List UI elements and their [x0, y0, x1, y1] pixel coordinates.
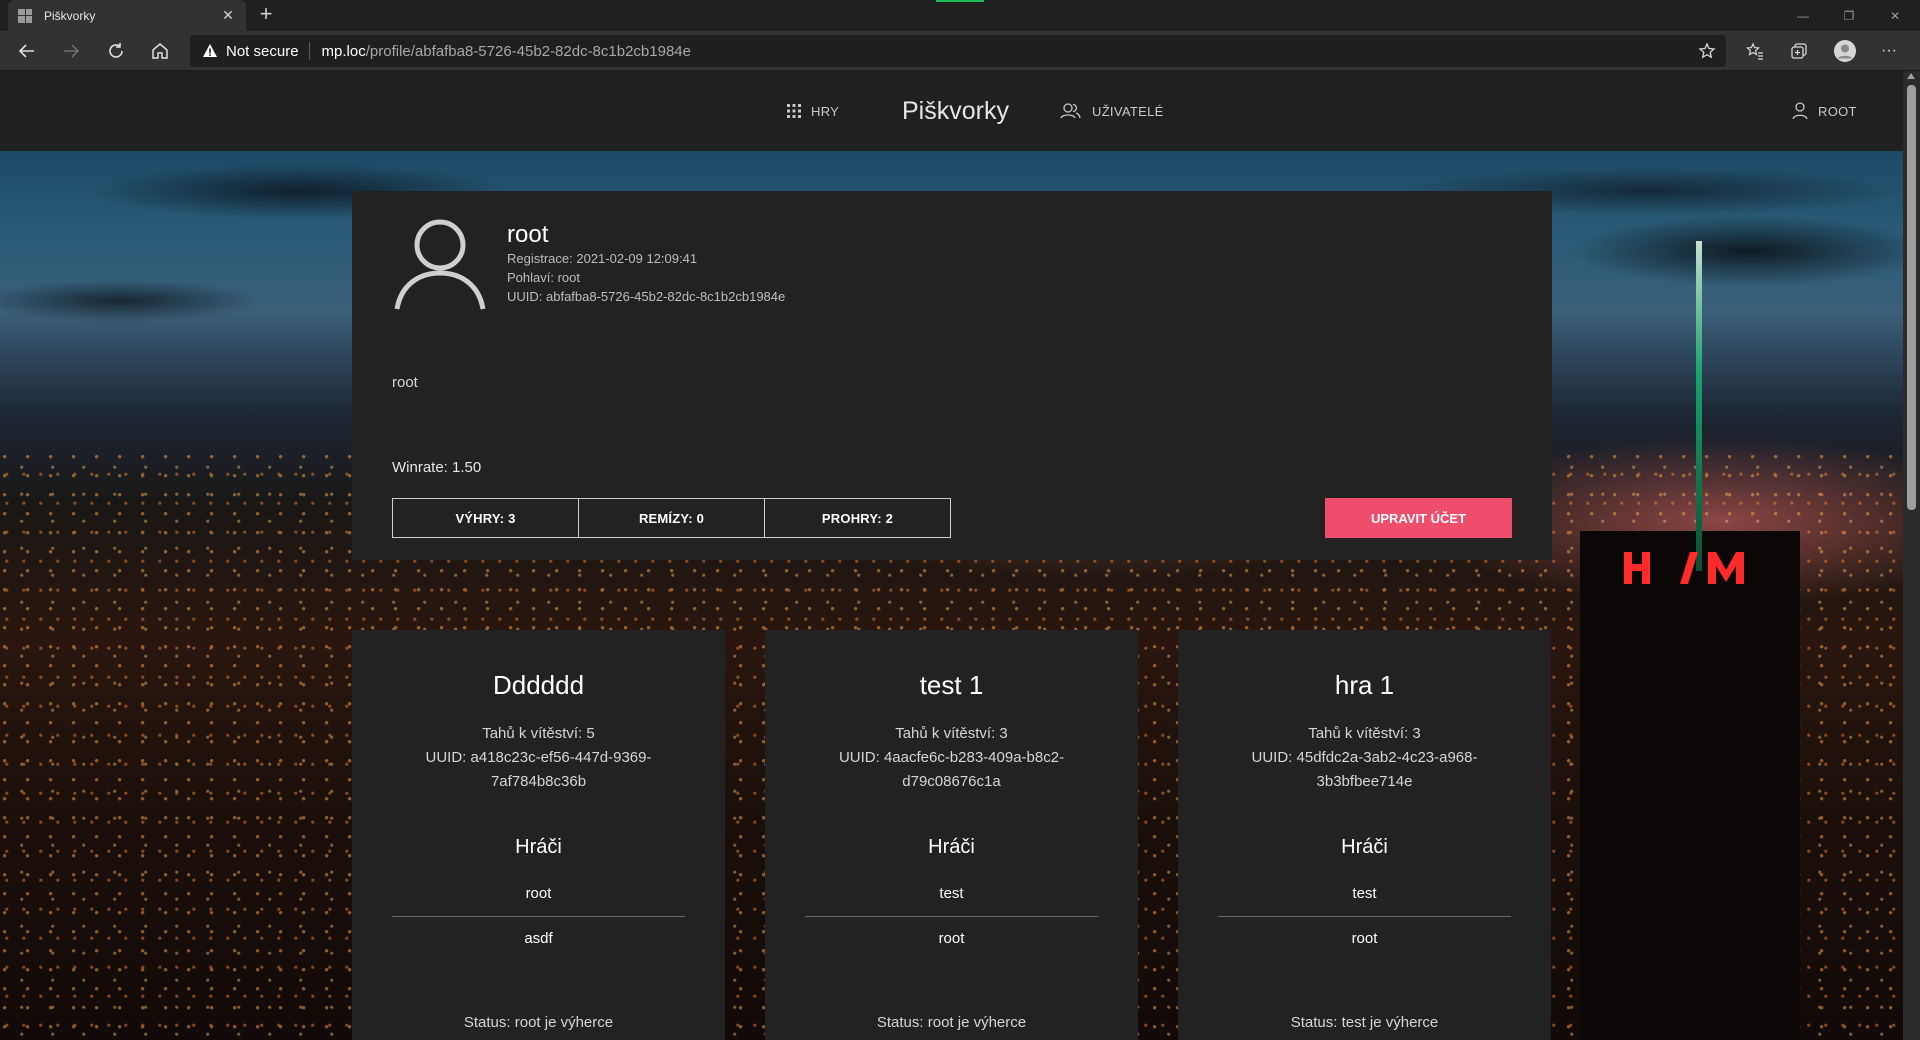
refresh-icon[interactable]	[101, 37, 131, 65]
new-tab-icon[interactable]: +	[254, 3, 278, 27]
nav-users-label: UŽIVATELÉ	[1092, 103, 1164, 119]
address-bar[interactable]: Not secure mp.loc /profile/abfafba8-5726…	[190, 35, 1726, 67]
users-icon	[1060, 103, 1081, 119]
url-host: mp.loc	[321, 42, 366, 60]
background-building	[1580, 531, 1800, 1040]
player-divider	[805, 916, 1098, 917]
player-name[interactable]: root	[1218, 930, 1511, 947]
close-tab-icon[interactable]: ✕	[220, 7, 236, 24]
scrollbar-thumb[interactable]	[1907, 85, 1916, 510]
minimize-icon[interactable]: —	[1780, 0, 1826, 31]
nav-account[interactable]: ROOT	[1792, 71, 1857, 151]
stat-losses: PROHRY: 2	[764, 498, 951, 538]
player-name[interactable]: asdf	[392, 930, 685, 947]
user-icon	[1792, 102, 1808, 120]
game-moves-to-win: Tahů k vítěství: 3	[895, 725, 1008, 742]
browser-tab-strip: Piškvorky ✕ + — ❐ ✕	[0, 0, 1920, 31]
game-card[interactable]: hra 1 Tahů k vítěství: 3 UUID: 45dfdc2a-…	[1178, 630, 1551, 1040]
game-moves-to-win: Tahů k vítěství: 3	[1308, 725, 1421, 742]
game-card[interactable]: test 1 Tahů k vítěství: 3 UUID: 4aacfe6c…	[765, 630, 1138, 1040]
stat-wins: VÝHRY: 3	[392, 498, 579, 538]
stat-draws: REMÍZY: 0	[578, 498, 765, 538]
profile-name: root	[507, 221, 549, 248]
players-heading: Hráči	[928, 836, 975, 858]
profile-icon[interactable]	[1832, 39, 1858, 63]
background-neon-sign	[1624, 546, 1754, 599]
game-uuid: UUID: 45dfdc2a-3ab2-4c23-a968-	[1251, 749, 1478, 766]
game-uuid: UUID: a418c23c-ef56-447d-9369-	[425, 749, 652, 766]
player-name[interactable]: test	[1218, 885, 1511, 902]
browser-tab[interactable]: Piškvorky ✕	[8, 0, 246, 31]
home-icon[interactable]	[145, 37, 175, 65]
browser-toolbar: Not secure mp.loc /profile/abfafba8-5726…	[0, 31, 1920, 71]
game-title[interactable]: hra 1	[1178, 670, 1551, 701]
player-name[interactable]: root	[392, 885, 685, 902]
edit-account-button[interactable]: UPRAVIT ÚČET	[1325, 498, 1512, 538]
tab-title: Piškvorky	[44, 8, 96, 23]
favorites-icon[interactable]	[1742, 39, 1768, 63]
profile-card: root Registrace: 2021-02-09 12:09:41 Poh…	[352, 191, 1552, 560]
back-icon[interactable]	[12, 37, 42, 65]
site-brand[interactable]: Piškvorky	[902, 71, 1009, 151]
page-scrollbar[interactable]	[1903, 71, 1920, 1040]
nav-account-label: ROOT	[1818, 103, 1857, 119]
game-uuid-continued: 7af784b8c36b	[490, 773, 587, 790]
game-uuid: UUID: 4aacfe6c-b283-409a-b8c2-	[838, 749, 1065, 766]
background-tower	[1696, 241, 1702, 571]
player-divider	[1218, 916, 1511, 917]
player-name[interactable]: root	[805, 930, 1098, 947]
address-separator	[308, 42, 310, 60]
game-status: Status: test je výherce	[1290, 1014, 1439, 1031]
game-moves-to-win: Tahů k vítěství: 5	[482, 725, 595, 742]
player-divider	[392, 916, 685, 917]
avatar-icon	[394, 219, 486, 310]
scroll-up-icon[interactable]	[1907, 73, 1915, 79]
close-window-icon[interactable]: ✕	[1872, 0, 1918, 31]
profile-uuid: UUID: abfafba8-5726-45b2-82dc-8c1b2cb198…	[507, 289, 786, 304]
loading-indicator	[936, 0, 984, 2]
players-heading: Hráči	[1341, 836, 1388, 858]
add-favorite-icon[interactable]	[1698, 42, 1716, 60]
profile-gender: Pohlaví: root	[507, 270, 580, 285]
url-path: /profile/abfafba8-5726-45b2-82dc-8c1b2cb…	[365, 42, 691, 60]
restore-icon[interactable]: ❐	[1826, 0, 1872, 31]
nav-users[interactable]: UŽIVATELÉ	[1060, 71, 1164, 151]
game-title[interactable]: Dddddd	[352, 670, 725, 701]
warning-icon	[203, 44, 217, 57]
site-header: HRY Piškvorky UŽIVATELÉ ROOT	[0, 71, 1903, 151]
profile-bio: root	[392, 374, 418, 391]
profile-registered: Registrace: 2021-02-09 12:09:41	[507, 251, 698, 266]
more-icon[interactable]: ···	[1876, 39, 1902, 63]
game-status: Status: root je výherce	[463, 1014, 614, 1031]
nav-games-label: HRY	[811, 103, 840, 119]
game-card[interactable]: Dddddd Tahů k vítěství: 5 UUID: a418c23c…	[352, 630, 725, 1040]
grid-icon	[787, 104, 801, 118]
game-uuid-continued: d79c08676c1a	[902, 773, 1001, 790]
game-title[interactable]: test 1	[765, 670, 1138, 701]
forward-icon[interactable]	[56, 37, 86, 65]
players-heading: Hráči	[515, 836, 562, 858]
player-name[interactable]: test	[805, 885, 1098, 902]
security-label[interactable]: Not secure	[226, 43, 299, 60]
collections-icon[interactable]	[1786, 39, 1812, 63]
game-status: Status: root je výherce	[876, 1014, 1027, 1031]
game-uuid-continued: 3b3bfbee714e	[1316, 773, 1413, 790]
profile-winrate: Winrate: 1.50	[392, 459, 482, 476]
nav-games[interactable]: HRY	[787, 71, 839, 151]
site-favicon-icon	[18, 8, 32, 23]
